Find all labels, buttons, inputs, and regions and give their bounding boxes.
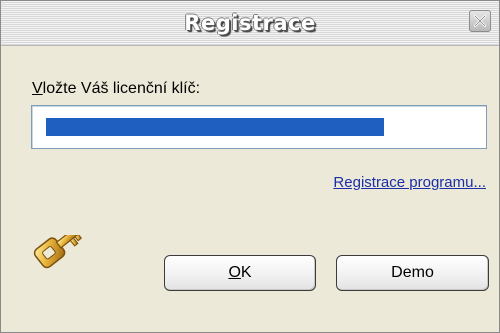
registration-dialog: Registrace Vložte Váš licenční klíč: Reg…	[0, 0, 500, 333]
title-bar[interactable]: Registrace	[1, 1, 499, 46]
register-program-link[interactable]: Registrace programu...	[333, 174, 486, 191]
license-key-label-text: ložte Váš licenční klíč:	[42, 80, 201, 97]
license-key-input[interactable]	[31, 105, 487, 149]
license-key-label-accelerator: V	[32, 80, 43, 97]
text-selection-highlight	[46, 118, 384, 136]
window-title: Registrace	[184, 11, 316, 35]
ok-button[interactable]: OK	[164, 255, 316, 291]
key-icon	[33, 235, 83, 269]
close-x-icon	[474, 15, 486, 27]
close-button[interactable]	[469, 10, 491, 32]
demo-button[interactable]: Demo	[336, 255, 489, 291]
ok-button-accelerator: O	[228, 264, 241, 281]
ok-button-label: K	[240, 264, 252, 281]
license-key-label: Vložte Váš licenční klíč:	[32, 80, 200, 98]
dialog-bottom-edge	[1, 314, 499, 332]
